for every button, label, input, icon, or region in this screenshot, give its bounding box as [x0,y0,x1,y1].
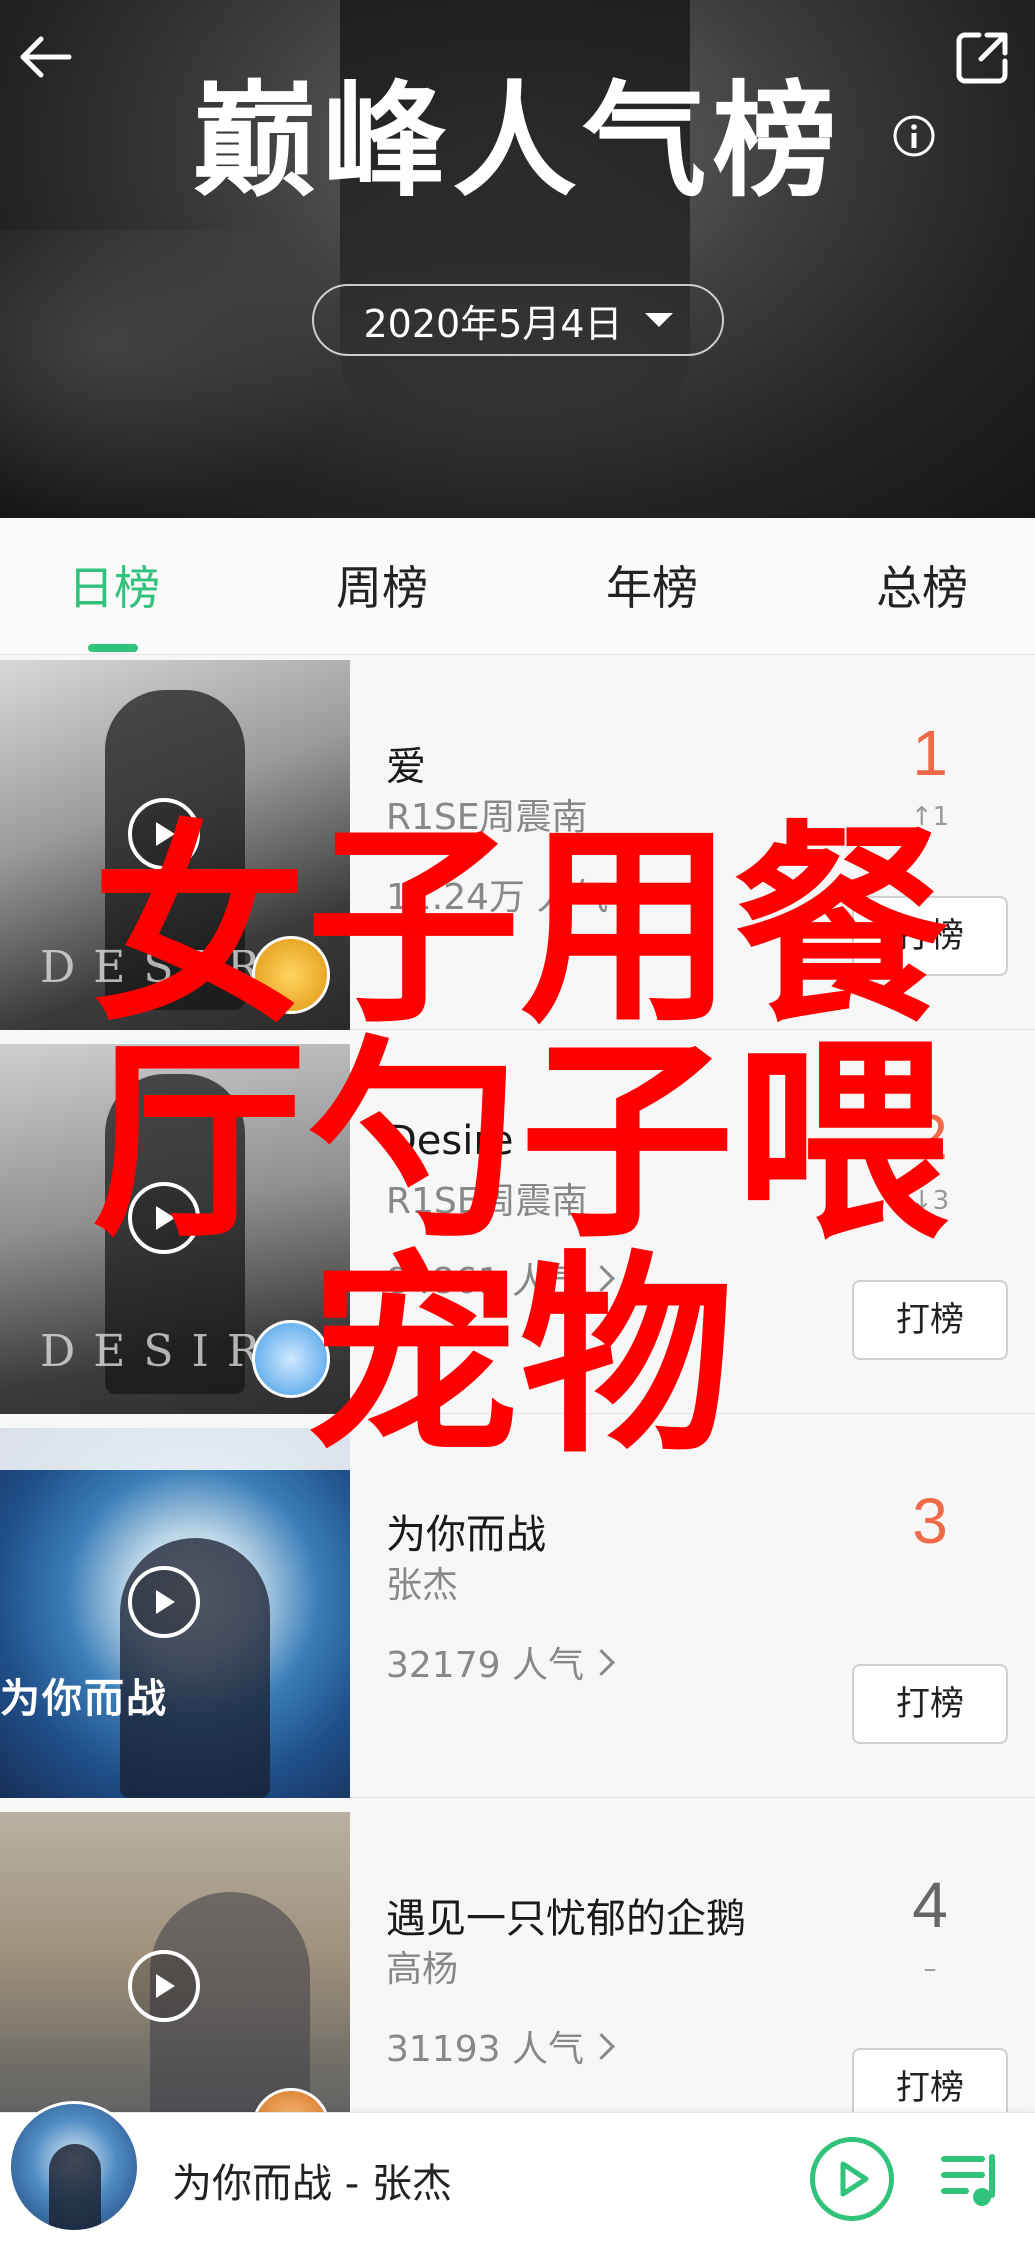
vote-button[interactable]: 打榜 [852,1664,1008,1744]
song-title: 为你而战 [386,1512,546,1558]
list-item[interactable]: DESIRE Desire R1SE周震南 84861 人气 2 ↓3 打榜 [0,1040,1035,1414]
chart-tabs: 日榜 周榜 年榜 总榜 [0,518,1035,655]
list-item[interactable]: 为你而战 为你而战 张杰 32179 人气 3 打榜 [0,1424,1035,1798]
rank-change: ↑1 [910,802,950,832]
info-button[interactable] [892,114,936,158]
play-button[interactable] [128,798,200,870]
popularity-count: 84861 人气 [386,1261,584,1302]
tab-total[interactable]: 总榜 [822,548,1022,628]
chevron-right-icon [588,1264,615,1292]
tab-yearly[interactable]: 年榜 [552,548,752,628]
play-icon [840,2161,869,2197]
popularity-count: 32179 人气 [386,1645,584,1686]
rank-number: 4 [912,1869,948,1941]
song-title: Desire [386,1118,514,1164]
rank-number: 2 [912,1101,948,1173]
play-icon [156,1206,175,1230]
cover-artist-figure [49,2144,101,2230]
mini-player[interactable]: 为你而战 - 张杰 [0,2101,1035,2245]
playlist-icon [941,2154,995,2206]
play-icon [156,1974,175,1998]
tab-daily[interactable]: 日榜 [14,548,214,628]
header-background-foliage [0,230,360,518]
now-playing-title[interactable]: 为你而战 - 张杰 [172,2151,452,2209]
playlist-button[interactable] [936,2145,1006,2215]
divider [350,1797,1035,1798]
date-selector[interactable]: 2020年5月4日 [312,284,724,356]
tab-weekly[interactable]: 周榜 [282,548,482,628]
popularity-count: 31193 人气 [386,2029,584,2070]
album-cover[interactable]: DESIRE [0,1044,350,1414]
vote-button[interactable]: 打榜 [852,1280,1008,1360]
cover-sponsor-strip [0,1428,350,1470]
popularity-link[interactable]: 31193 人气 [386,2020,615,2072]
chevron-right-icon [588,1648,615,1676]
rank-change: – [923,1954,937,1984]
play-button[interactable] [128,1566,200,1638]
list-item[interactable]: DESIRE 爱 R1SE周震南 12.24万 人气 1 ↑1 打榜 [0,656,1035,1030]
active-tab-indicator [88,644,138,652]
cover-title-text: 为你而战 [0,1676,168,1722]
page-title: 巅峰人气榜 [192,70,843,214]
chevron-down-icon [644,313,673,327]
song-title: 爱 [386,744,426,790]
album-cover[interactable]: 为你而战 [0,1428,350,1798]
popularity-link[interactable]: 32179 人气 [386,1636,615,1688]
vote-button[interactable]: 打榜 [852,896,1008,976]
song-artist[interactable]: R1SE周震南 [386,1172,588,1224]
player-play-button[interactable] [810,2137,894,2221]
play-button[interactable] [128,1950,200,2022]
popularity-link[interactable]: 84861 人气 [386,1252,615,1304]
album-cover[interactable]: DESIRE [0,660,350,1030]
play-icon [156,822,175,846]
header-banner: 巅峰人气榜 2020年5月4日 [0,0,1035,518]
play-button[interactable] [128,1182,200,1254]
blue-crown-badge-icon [252,1320,330,1398]
song-title: 遇见一只忧郁的企鹅 [386,1896,746,1942]
divider [350,1029,1035,1030]
rank-number: 1 [912,717,948,789]
popularity-link[interactable]: 12.24万 人气 [386,868,640,920]
song-artist[interactable]: R1SE周震南 [386,788,588,840]
info-icon [893,115,935,157]
divider [350,1413,1035,1414]
date-label: 2020年5月4日 [363,301,623,346]
popularity-count: 12.24万 人气 [386,877,609,918]
chevron-right-icon [588,2032,615,2060]
header-background-figure [340,0,690,440]
rank-number: 3 [912,1485,948,1557]
now-playing-cover[interactable] [8,2101,140,2233]
play-icon [156,1590,175,1614]
rank-change: ↓3 [910,1186,950,1216]
song-artist[interactable]: 张杰 [386,1556,458,1608]
gold-crown-badge-icon [252,936,330,1014]
song-artist[interactable]: 高杨 [386,1940,458,1992]
chevron-right-icon [612,880,640,908]
